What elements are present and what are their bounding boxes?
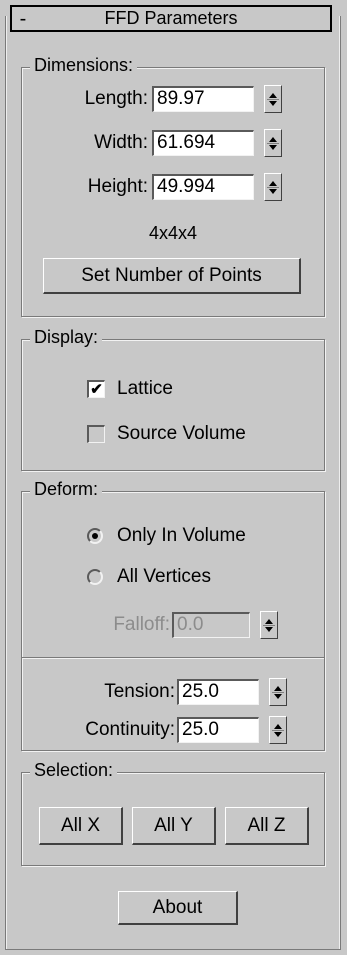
display-group: Display: ✔ Lattice Source Volume xyxy=(21,327,325,471)
all-vertices-option[interactable]: All Vertices xyxy=(87,566,211,588)
deform-group: Deform: Only In Volume All Vertices Fall… xyxy=(21,479,325,751)
lattice-checkbox[interactable]: ✔ xyxy=(87,380,105,398)
lattice-label[interactable]: Lattice xyxy=(117,378,173,400)
tension-spinner[interactable] xyxy=(269,678,287,706)
spinner-down-icon[interactable] xyxy=(269,101,277,106)
only-in-volume-label[interactable]: Only In Volume xyxy=(117,525,246,547)
length-spinner[interactable] xyxy=(264,85,282,113)
spinner-down-icon[interactable] xyxy=(274,732,282,737)
lattice-option[interactable]: ✔ Lattice xyxy=(87,378,173,400)
set-number-of-points-button[interactable]: Set Number of Points xyxy=(43,258,301,294)
all-vertices-radio[interactable] xyxy=(87,569,103,585)
falloff-field: 0.0 xyxy=(172,612,250,638)
source-volume-option[interactable]: Source Volume xyxy=(87,423,246,445)
falloff-row: Falloff: 0.0 xyxy=(22,611,278,639)
source-volume-label[interactable]: Source Volume xyxy=(117,423,246,445)
spinner-down-icon[interactable] xyxy=(269,189,277,194)
selection-group-label: Selection: xyxy=(30,760,118,781)
tension-row: Tension: 25.0 xyxy=(22,678,287,706)
continuity-label: Continuity: xyxy=(85,719,175,740)
height-row: Height: 49.994 xyxy=(22,173,282,201)
width-field[interactable]: 61.694 xyxy=(152,130,254,156)
spinner-up-icon[interactable] xyxy=(269,137,277,142)
spinner-down-icon xyxy=(265,627,273,632)
spinner-down-icon[interactable] xyxy=(269,145,277,150)
lattice-points-readout: 4x4x4 xyxy=(148,223,198,243)
rollout-title: FFD Parameters xyxy=(104,8,238,28)
display-group-label: Display: xyxy=(30,327,103,348)
continuity-field[interactable]: 25.0 xyxy=(177,717,259,743)
spinner-up-icon xyxy=(265,619,273,624)
width-row: Width: 61.694 xyxy=(22,129,282,157)
width-label: Width: xyxy=(94,132,148,153)
collapse-icon[interactable]: - xyxy=(12,9,34,29)
deform-group-label: Deform: xyxy=(30,479,103,500)
length-label: Length: xyxy=(84,88,148,109)
dimensions-group: Dimensions: Length: 89.97 Width: 61.694 … xyxy=(21,55,325,317)
rollout-header[interactable]: - FFD Parameters xyxy=(10,5,332,32)
falloff-spinner xyxy=(260,611,278,639)
all-z-button[interactable]: All Z xyxy=(225,807,309,845)
spinner-up-icon[interactable] xyxy=(274,724,282,729)
spinner-up-icon[interactable] xyxy=(274,686,282,691)
spinner-up-icon[interactable] xyxy=(269,181,277,186)
only-in-volume-option[interactable]: Only In Volume xyxy=(87,525,246,547)
spinner-down-icon[interactable] xyxy=(274,694,282,699)
selection-group: Selection: All X All Y All Z xyxy=(21,760,325,866)
all-x-button[interactable]: All X xyxy=(39,807,123,845)
tension-field[interactable]: 25.0 xyxy=(177,679,259,705)
deform-divider xyxy=(22,657,324,659)
tension-label: Tension: xyxy=(104,681,175,702)
height-spinner[interactable] xyxy=(264,173,282,201)
length-row: Length: 89.97 xyxy=(22,85,282,113)
spinner-up-icon[interactable] xyxy=(269,93,277,98)
only-in-volume-radio[interactable] xyxy=(87,528,103,544)
height-field[interactable]: 49.994 xyxy=(152,174,254,200)
height-label: Height: xyxy=(87,176,148,197)
continuity-spinner[interactable] xyxy=(269,716,287,744)
source-volume-checkbox[interactable] xyxy=(87,425,105,443)
length-field[interactable]: 89.97 xyxy=(152,86,254,112)
falloff-label: Falloff: xyxy=(113,614,170,635)
all-y-button[interactable]: All Y xyxy=(132,807,216,845)
width-spinner[interactable] xyxy=(264,129,282,157)
all-vertices-label[interactable]: All Vertices xyxy=(117,566,211,588)
continuity-row: Continuity: 25.0 xyxy=(22,716,287,744)
about-button[interactable]: About xyxy=(118,891,238,925)
dimensions-group-label: Dimensions: xyxy=(30,55,138,76)
